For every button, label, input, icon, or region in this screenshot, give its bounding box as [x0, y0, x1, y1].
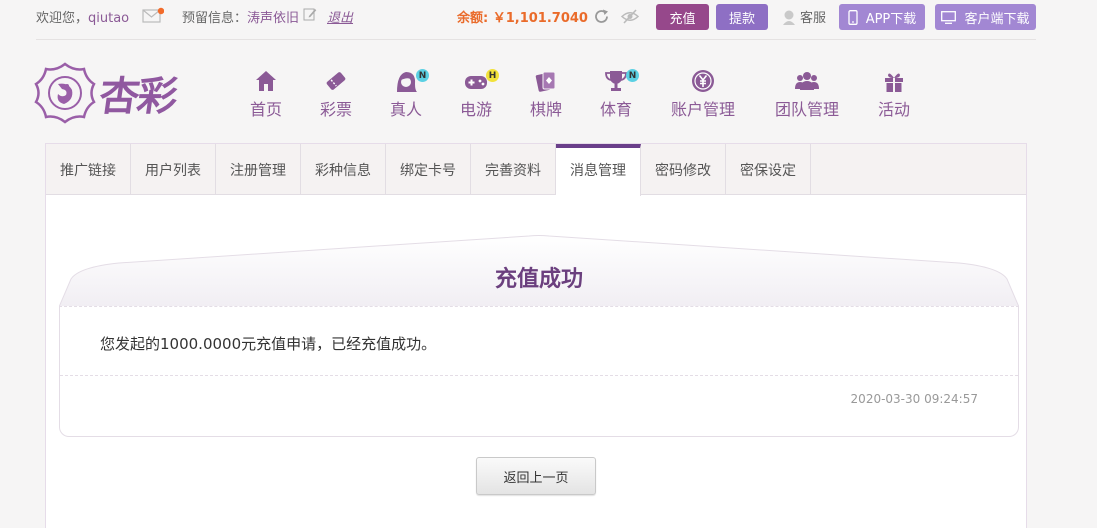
tab-lottery-info[interactable]: 彩种信息: [301, 144, 386, 195]
nav-promotions[interactable]: 活动: [864, 68, 924, 120]
client-download-button[interactable]: 客户端下载: [935, 4, 1036, 30]
edit-icon[interactable]: [303, 7, 317, 21]
home-icon: [256, 71, 276, 91]
nav-label: 活动: [877, 100, 910, 119]
nav-label: 彩票: [319, 100, 352, 119]
app-download-button[interactable]: APP下载: [839, 4, 925, 30]
gift-icon: [885, 73, 903, 92]
customer-service-label: 客服: [800, 11, 827, 26]
balance-text: 余额: ￥1,101.7040: [457, 11, 588, 26]
message-body: 您发起的1000.0000元充值申请，已经充值成功。: [100, 335, 437, 353]
username: qiutao: [88, 11, 130, 26]
hide-balance-eye-icon[interactable]: [621, 8, 639, 25]
phone-icon: [848, 9, 858, 25]
logo[interactable]: 杏彩: [34, 62, 194, 124]
yen-coin-icon: [692, 70, 714, 92]
tab-security-question[interactable]: 密保设定: [726, 144, 811, 195]
tab-password[interactable]: 密码修改: [641, 144, 726, 195]
mail-icon[interactable]: [142, 7, 164, 23]
monitor-icon: [941, 10, 957, 24]
welcome-label: 欢迎您，: [36, 11, 89, 26]
welcome-text: 欢迎您，qiutao: [36, 7, 129, 26]
tab-messages[interactable]: 消息管理: [556, 144, 641, 196]
top-bar: 欢迎您，qiutao 预留信息： 涛声依旧 退出 余额: ￥1,101.7040…: [0, 0, 1097, 34]
reserve-info-value: 涛声依旧: [247, 11, 300, 26]
nav-label: 首页: [249, 100, 282, 119]
nav-label: 棋牌: [529, 100, 562, 119]
client-download-label: 客户端下载: [964, 11, 1030, 27]
logout-link[interactable]: 退出: [327, 7, 353, 26]
content-panel: 推广链接 用户列表 注册管理 彩种信息 绑定卡号 完善资料 消息管理 密码修改 …: [45, 143, 1027, 528]
team-icon: [795, 72, 819, 90]
lottery-ticket-icon: [326, 72, 346, 90]
customer-service-icon: [783, 10, 795, 25]
recharge-button[interactable]: 充值: [656, 4, 709, 30]
nav-live[interactable]: N 真人: [376, 68, 436, 120]
logo-text: 杏彩: [96, 73, 179, 120]
nav-label: 真人: [389, 100, 422, 119]
live-dealer-icon: [397, 72, 417, 92]
nav-chess[interactable]: 棋牌: [516, 68, 576, 120]
app-download-label: APP下载: [865, 11, 917, 27]
logo-emblem-icon: [34, 62, 96, 124]
nav-lottery[interactable]: 彩票: [306, 68, 366, 120]
nav-team[interactable]: 团队管理: [767, 68, 847, 120]
nav-label: 体育: [599, 100, 632, 119]
hot-badge: H: [486, 69, 499, 82]
sub-nav-tabs: 推广链接 用户列表 注册管理 彩种信息 绑定卡号 完善资料 消息管理 密码修改 …: [46, 144, 1026, 196]
message-divider: [60, 375, 1018, 376]
new-badge: N: [626, 69, 639, 82]
top-divider: [36, 39, 1036, 40]
withdraw-button[interactable]: 提款: [716, 4, 768, 30]
nav-label: 电游: [459, 100, 492, 119]
tab-promo-link[interactable]: 推广链接: [46, 144, 131, 195]
nav-label: 账户管理: [670, 100, 735, 119]
tab-registration[interactable]: 注册管理: [216, 144, 301, 195]
tab-profile[interactable]: 完善资料: [471, 144, 556, 195]
refresh-icon[interactable]: [593, 8, 610, 25]
nav-label: 团队管理: [774, 100, 839, 119]
tab-bind-card[interactable]: 绑定卡号: [386, 144, 471, 195]
nav-home[interactable]: 首页: [236, 68, 296, 120]
nav-egame[interactable]: H 电游: [446, 68, 506, 120]
tab-user-list[interactable]: 用户列表: [131, 144, 216, 195]
nav-sports[interactable]: N 体育: [586, 68, 646, 120]
back-button[interactable]: 返回上一页: [476, 457, 596, 495]
message-title: 充值成功: [494, 267, 583, 292]
customer-service-link[interactable]: 客服: [781, 7, 826, 26]
message-box: 您发起的1000.0000元充值申请，已经充值成功。 2020-03-30 09…: [59, 306, 1019, 437]
playing-cards-icon: [535, 71, 556, 92]
reserve-info-label: 预留信息：: [182, 11, 248, 26]
trophy-icon: [605, 71, 627, 91]
gamepad-icon: [465, 76, 487, 89]
message-timestamp: 2020-03-30 09:24:57: [850, 392, 978, 406]
nav-account[interactable]: 账户管理: [664, 68, 742, 120]
new-badge: N: [416, 69, 429, 82]
